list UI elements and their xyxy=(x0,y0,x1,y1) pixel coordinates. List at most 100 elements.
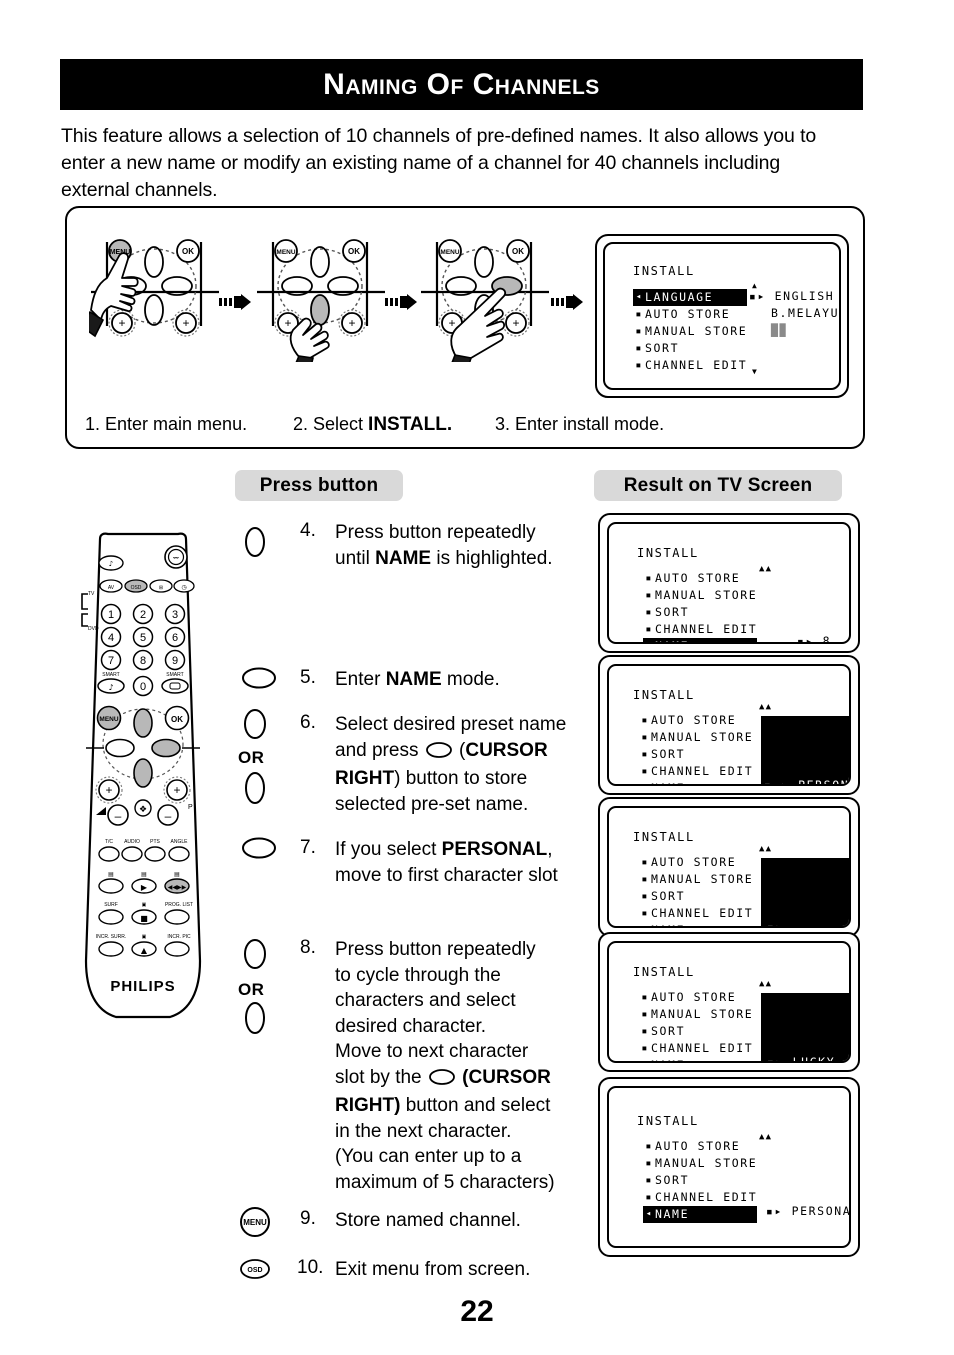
cursor-right-button-inline-icon-6[interactable] xyxy=(424,741,454,767)
osd-item-label: SORT xyxy=(651,747,686,761)
svg-text:PTS: PTS xyxy=(150,839,160,845)
osd-item-name[interactable]: ◂NAME xyxy=(639,780,753,784)
osd-item-sort[interactable]: ▪ SORT xyxy=(643,604,757,621)
osd-value-third: █▉ xyxy=(771,323,789,337)
osd-item-name[interactable]: ◂NAME xyxy=(643,638,758,642)
osd-item-manual-store[interactable]: ▪ MANUAL STORE xyxy=(643,587,757,604)
step-8-line3: characters and select xyxy=(335,990,516,1011)
osd-item-channel-edit[interactable]: ▪ CHANNEL EDIT xyxy=(639,1040,753,1057)
osd-item-label: NAME xyxy=(651,780,685,784)
step-6-line1: Select desired preset name xyxy=(335,714,567,735)
step-6-number: 6. xyxy=(300,712,316,733)
osd-item-auto-store[interactable]: ▪ AUTO STORE xyxy=(639,989,753,1006)
tv-screen-install-language: INSTALL ◂ LANGUAGE ▪ AUTO STORE ▪ MANUAL ST… xyxy=(595,234,849,398)
osd-item-auto-store[interactable]: ▪ AUTO STORE xyxy=(633,306,747,323)
step-8-right-bold: RIGHT) xyxy=(335,1095,401,1116)
column-header-press-button: Press button xyxy=(235,470,403,501)
square-bullet-icon: ▪ xyxy=(641,732,649,743)
osd-item-manual-store[interactable]: ▪ MANUAL STORE xyxy=(633,323,747,340)
square-bullet-icon: ▪ xyxy=(635,309,643,320)
osd-item-auto-store[interactable]: ▪ AUTO STORE xyxy=(643,570,757,587)
cursor-right-button-inline-icon-8[interactable] xyxy=(427,1068,457,1094)
osd-item-auto-store[interactable]: ▪ AUTO STORE xyxy=(639,854,753,871)
svg-text:+: + xyxy=(448,316,455,330)
step-4-line2-name: NAME xyxy=(375,547,432,569)
svg-text:MENU: MENU xyxy=(440,249,459,256)
cursor-up-button-icon-8[interactable] xyxy=(238,937,272,976)
svg-text:OK: OK xyxy=(348,247,360,256)
cursor-down-button-icon-6[interactable] xyxy=(238,770,272,811)
osd-item-sort[interactable]: ▪ SORT xyxy=(639,888,753,905)
svg-text:⏖: ⏖ xyxy=(173,553,179,564)
square-bullet-icon: ▪ xyxy=(635,326,643,337)
tv-screen-step5: INSTALL ▪ AUTO STORE ▪ MANUAL STORE ▪ SORT … xyxy=(598,655,860,795)
procedure-diagram-box: MENU OK + + MENU OK + + MENU OK + + INST… xyxy=(65,206,865,449)
dpad-steps-row: MENU OK + + MENU OK + + MENU OK + + INST… xyxy=(67,220,867,398)
osd-item-label: AUTO STORE xyxy=(651,713,737,727)
step-6-right-bold: RIGHT xyxy=(335,768,395,789)
osd-item-channel-edit[interactable]: ▪ CHANNEL EDIT xyxy=(639,763,753,780)
osd-item-label: SORT xyxy=(655,605,690,619)
value-text: ENGLISH xyxy=(774,289,835,303)
cursor-right-button-icon-7[interactable] xyxy=(238,833,280,868)
osd-step9: INSTALL ▪ AUTO STORE ▪ MANUAL STORE ▪ SORT … xyxy=(609,1088,849,1246)
svg-text:3: 3 xyxy=(172,609,178,621)
osd-item-manual-store[interactable]: ▪ MANUAL STORE xyxy=(643,1155,757,1172)
cursor-down-button-icon-8[interactable] xyxy=(238,1000,272,1041)
osd-install-language: INSTALL ◂ LANGUAGE ▪ AUTO STORE ▪ MANUAL ST… xyxy=(605,244,839,388)
value-text: PERSONAL xyxy=(798,778,850,786)
osd-item-label: CHANNEL EDIT xyxy=(651,906,754,920)
step-8-or-label: OR xyxy=(238,980,265,999)
scroll-updown-icon: ▲▲ xyxy=(759,702,773,712)
step-5-number: 5. xyxy=(300,667,316,688)
svg-text:▤: ▤ xyxy=(174,871,180,878)
osd-item-sort[interactable]: ▪ SORT xyxy=(639,1023,753,1040)
step-6-line2a: and press xyxy=(335,739,424,761)
osd-item-name[interactable]: ◂NAME xyxy=(643,1206,758,1223)
caption-step2-prefix: 2. Select xyxy=(293,414,369,434)
dpad-illustration-step2: MENU OK + + xyxy=(255,234,387,375)
step-8-line6a: slot by the xyxy=(335,1066,427,1088)
svg-text:▶: ▶ xyxy=(141,883,148,892)
square-bullet-icon: ▪ xyxy=(635,360,643,371)
value-prefix-icon: ▪▸ xyxy=(766,1204,784,1218)
osd-item-auto-store[interactable]: ▪ AUTO STORE xyxy=(643,1138,757,1155)
osd-item-language[interactable]: ◂ LANGUAGE xyxy=(633,289,748,306)
square-bullet-icon: ▪ xyxy=(641,857,649,868)
osd-item-channel-edit[interactable]: ▪ CHANNEL EDIT xyxy=(639,905,753,922)
cursor-up-button-icon-6[interactable] xyxy=(238,707,272,746)
osd-item-name[interactable]: ◂NAME xyxy=(639,922,753,926)
osd-item-sort[interactable]: ▪ SORT xyxy=(633,340,747,357)
osd-item-manual-store[interactable]: ▪ MANUAL STORE xyxy=(639,1006,753,1023)
osd-title: INSTALL xyxy=(633,965,695,979)
step-7-line1c: , xyxy=(547,839,553,860)
step-7-personal-bold: PERSONAL xyxy=(441,839,548,860)
svg-text:9: 9 xyxy=(172,655,178,667)
caption-step3: 3. Enter install mode. xyxy=(495,414,665,434)
svg-text:SURF: SURF xyxy=(104,902,118,908)
osd-item-channel-edit[interactable]: ▪ CHANNEL EDIT xyxy=(633,357,747,374)
square-bullet-icon: ▪ xyxy=(641,766,649,777)
osd-item-name[interactable]: ◂NAME xyxy=(639,1057,753,1061)
scroll-up-icon: ▲ xyxy=(751,281,759,290)
osd-button-icon-10[interactable]: OSD xyxy=(238,1258,272,1285)
osd-item-auto-store[interactable]: ▪ AUTO STORE xyxy=(639,712,753,729)
menu-button-icon-9[interactable]: MENU xyxy=(238,1205,272,1244)
step-4-line2a: until xyxy=(335,547,376,569)
osd-item-manual-store[interactable]: ▪ MANUAL STORE xyxy=(639,871,753,888)
cursor-down-button-icon-4[interactable] xyxy=(238,525,272,564)
cursor-right-button-icon-5[interactable] xyxy=(238,663,280,698)
svg-text:▤: ▤ xyxy=(141,871,147,878)
svg-text:PROG. LIST: PROG. LIST xyxy=(165,902,193,908)
osd-item-manual-store[interactable]: ▪ MANUAL STORE xyxy=(639,729,753,746)
osd-item-sort[interactable]: ▪ SORT xyxy=(639,746,753,763)
osd-item-channel-edit[interactable]: ▪ CHANNEL EDIT xyxy=(643,1189,757,1206)
step-7-line2: move to first character slot xyxy=(335,864,558,886)
step-6-text: Select desired preset name and press (CU… xyxy=(335,712,587,817)
osd-item-channel-edit[interactable]: ▪ CHANNEL EDIT xyxy=(643,621,757,638)
osd-item-label: MANUAL STORE xyxy=(655,588,758,602)
osd-menu-list: ◂ LANGUAGE ▪ AUTO STORE ▪ MANUAL STORE ▪ SOR… xyxy=(633,289,748,374)
osd-value-step4: ▪▸ 8 xyxy=(797,634,831,642)
osd-item-label: SORT xyxy=(651,1024,686,1038)
osd-item-sort[interactable]: ▪ SORT xyxy=(643,1172,757,1189)
